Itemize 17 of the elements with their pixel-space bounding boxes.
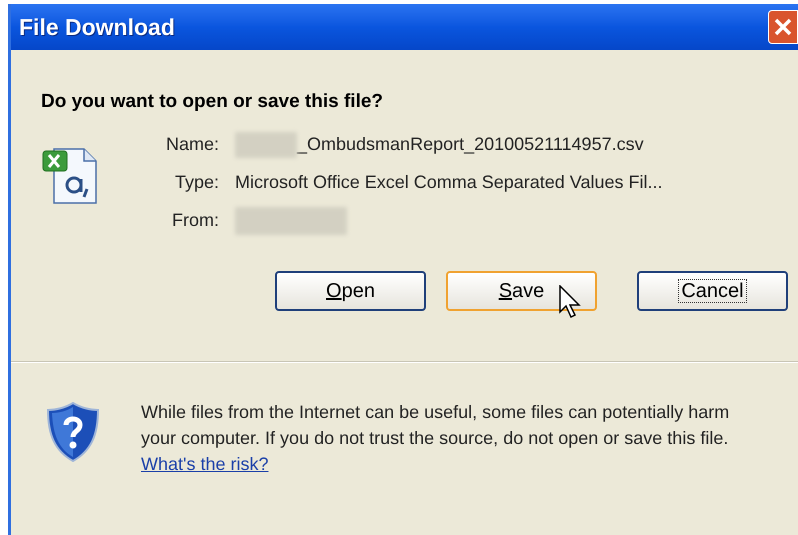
window-title: File Download [19, 12, 175, 42]
dialog-heading: Do you want to open or save this file? [41, 91, 384, 112]
help-shield-icon [45, 400, 101, 462]
risk-link[interactable]: What's the risk? [141, 454, 268, 474]
dialog-button[interactable]: Cancel [637, 270, 788, 310]
field-label: Name: [166, 133, 220, 156]
dialog-button[interactable]: Open [275, 270, 426, 310]
close-icon [773, 17, 793, 37]
warning-message: While files from the Internet can be useful, some files can potentially harm your computer. If you do not trust the source, do not open or save this file. What's the risk? [141, 400, 730, 476]
redaction-mark [235, 132, 298, 158]
mouse-cursor-icon [559, 284, 581, 318]
dialog-button[interactable]: Save [446, 270, 597, 310]
field-value: Microsoft Office Excel Comma Separated Values Fil... [235, 171, 663, 194]
field-label: From: [171, 209, 220, 232]
field-label: Type: [174, 171, 220, 194]
field-value: _OmbudsmanReport_20100521114957.csv [297, 133, 644, 156]
close-button[interactable] [768, 10, 798, 44]
